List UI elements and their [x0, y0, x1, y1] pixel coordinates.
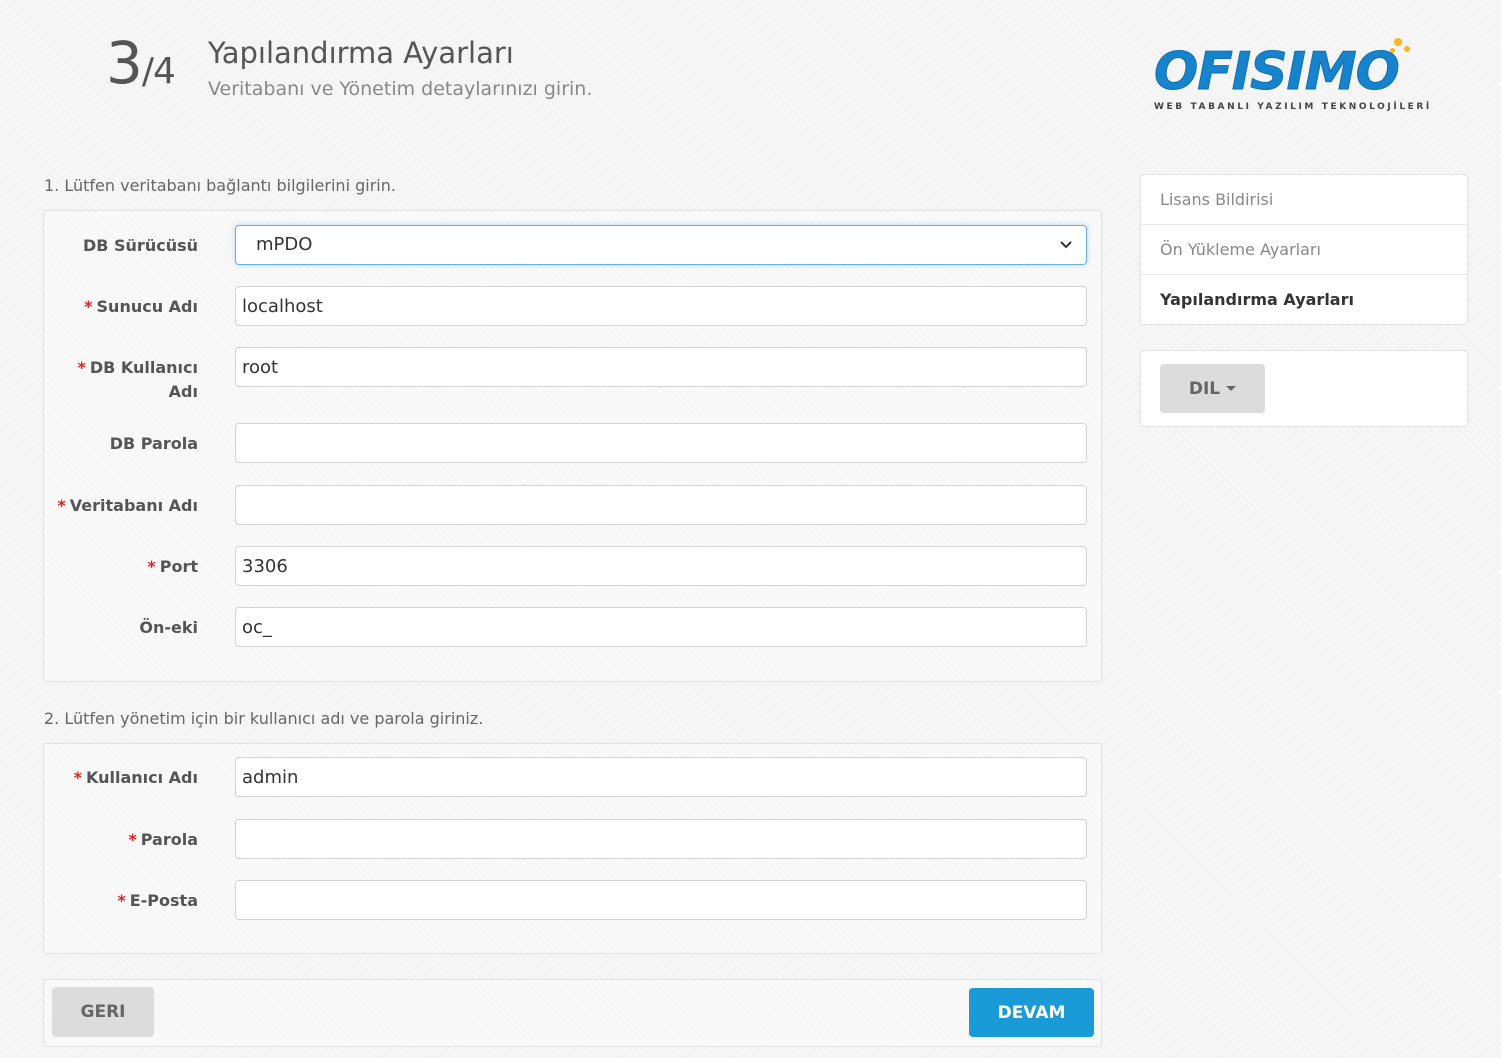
logo-wordmark: OFISIMO: [1154, 42, 1401, 102]
db-driver-selected-value: mPDO: [256, 234, 313, 255]
logo-dot-icon: [1404, 46, 1410, 52]
back-button[interactable]: GERI: [52, 987, 154, 1037]
required-marker: *: [57, 496, 66, 515]
step-indicator: 3/4: [106, 34, 176, 92]
db-username-input[interactable]: [235, 347, 1087, 387]
required-marker: *: [128, 830, 137, 849]
step-total: /4: [141, 51, 176, 92]
chevron-down-icon: [1060, 241, 1072, 249]
port-label: * Port: [147, 557, 198, 576]
prefix-label: Ön-eki: [139, 618, 198, 637]
db-password-input[interactable]: [235, 423, 1087, 463]
admin-username-input[interactable]: [235, 757, 1087, 797]
continue-button[interactable]: DEVAM: [969, 988, 1094, 1037]
ofisimo-logo: OFISIMO WEB TABANLI YAZILIM TEKNOLOJİLER…: [1154, 34, 1432, 118]
caret-down-icon: [1226, 386, 1237, 391]
steps-sidebar: Lisans Bildirisi Ön Yükleme Ayarları Yap…: [1140, 174, 1468, 325]
required-marker: *: [147, 557, 156, 576]
sidebar-item-configuration[interactable]: Yapılandırma Ayarları: [1141, 275, 1467, 324]
logo-dot-icon: [1390, 48, 1395, 53]
admin-section-heading: 2. Lütfen yönetim için bir kullanıcı adı…: [44, 709, 484, 728]
admin-password-input[interactable]: [235, 819, 1087, 859]
database-name-label: * Veritabanı Adı: [57, 496, 198, 515]
sidebar-item-preinstall[interactable]: Ön Yükleme Ayarları: [1141, 225, 1467, 275]
logo-tagline: WEB TABANLI YAZILIM TEKNOLOJİLERİ: [1154, 102, 1432, 112]
language-button-label: DIL: [1188, 378, 1221, 399]
required-marker: *: [117, 891, 126, 910]
port-input[interactable]: [235, 546, 1087, 586]
admin-email-label: * E-Posta: [117, 891, 198, 910]
page-subtitle: Veritabanı ve Yönetim detaylarınızı giri…: [208, 78, 593, 100]
logo-dot-icon: [1394, 38, 1402, 46]
db-password-label: DB Parola: [109, 434, 198, 453]
hostname-input[interactable]: [235, 286, 1087, 326]
db-driver-select[interactable]: mPDO: [235, 225, 1087, 265]
prefix-input[interactable]: [235, 607, 1087, 647]
admin-username-label: * Kullanıcı Adı: [73, 768, 198, 787]
admin-settings-panel: *Kullanıcı Adı *Parola *E-Posta: [43, 743, 1102, 954]
sidebar-item-license[interactable]: Lisans Bildirisi: [1141, 175, 1467, 225]
page-title: Yapılandırma Ayarları: [208, 36, 514, 70]
hostname-label: * Sunucu Adı: [84, 297, 198, 316]
language-dropdown-button[interactable]: DIL: [1160, 364, 1265, 413]
step-current: 3: [106, 29, 143, 97]
db-section-heading: 1. Lütfen veritabanı bağlantı bilgilerin…: [44, 176, 396, 195]
db-username-label: * DB Kullanıcı Adı: [77, 358, 198, 401]
admin-email-input[interactable]: [235, 880, 1087, 920]
required-marker: *: [77, 358, 86, 377]
required-marker: *: [84, 297, 93, 316]
required-marker: *: [73, 768, 82, 787]
db-driver-label: DB Sürücüsü: [82, 236, 198, 255]
admin-password-label: * Parola: [128, 830, 198, 849]
db-settings-panel: DB Sürücüsü mPDO *Sunucu Adı *DB Kullanı…: [43, 210, 1102, 682]
database-name-input[interactable]: [235, 485, 1087, 525]
language-panel: DIL: [1140, 350, 1468, 427]
action-bar: GERI DEVAM: [43, 979, 1102, 1047]
